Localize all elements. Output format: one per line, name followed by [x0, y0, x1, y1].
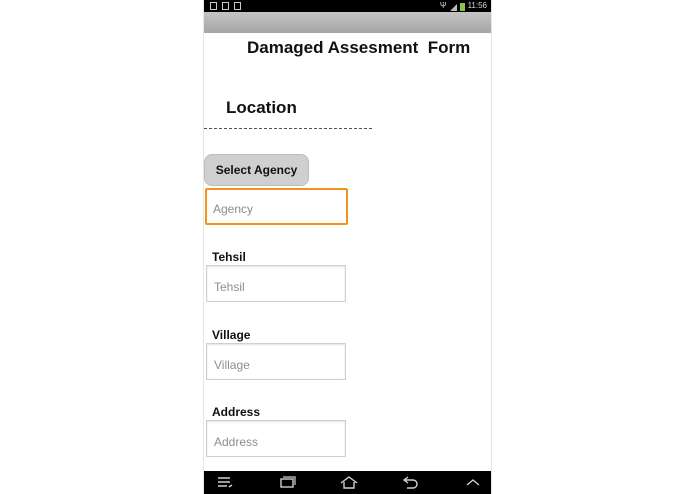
recent-apps-icon[interactable]: [278, 475, 296, 489]
battery-icon: [459, 3, 465, 11]
menu-icon[interactable]: [216, 475, 234, 489]
chevron-up-icon[interactable]: [464, 475, 482, 489]
tehsil-input[interactable]: [206, 265, 346, 302]
agency-input[interactable]: [205, 188, 348, 225]
village-label: Village: [212, 328, 251, 342]
village-input[interactable]: [206, 343, 346, 380]
address-input[interactable]: [206, 420, 346, 457]
section-title-location: Location: [226, 98, 297, 117]
back-icon[interactable]: [402, 475, 420, 489]
image-icon: [222, 2, 229, 10]
phone-screen: Ψ 11:56 Damaged Assesment Form Location …: [203, 0, 492, 494]
status-bar: Ψ 11:56: [204, 0, 491, 12]
select-agency-button[interactable]: Select Agency: [204, 154, 309, 186]
signal-icon: [449, 3, 457, 11]
form-title: Damaged Assesment Form: [247, 38, 471, 57]
status-time: 11:56: [467, 1, 487, 10]
home-icon[interactable]: [340, 475, 358, 489]
section-divider: [204, 128, 372, 129]
navigation-bar: [204, 471, 491, 494]
document-icon: [210, 2, 217, 10]
address-label: Address: [212, 405, 261, 419]
tehsil-label: Tehsil: [212, 250, 246, 264]
action-bar: [204, 12, 491, 33]
usb-icon: Ψ: [439, 1, 447, 10]
mail-icon: [234, 2, 241, 10]
